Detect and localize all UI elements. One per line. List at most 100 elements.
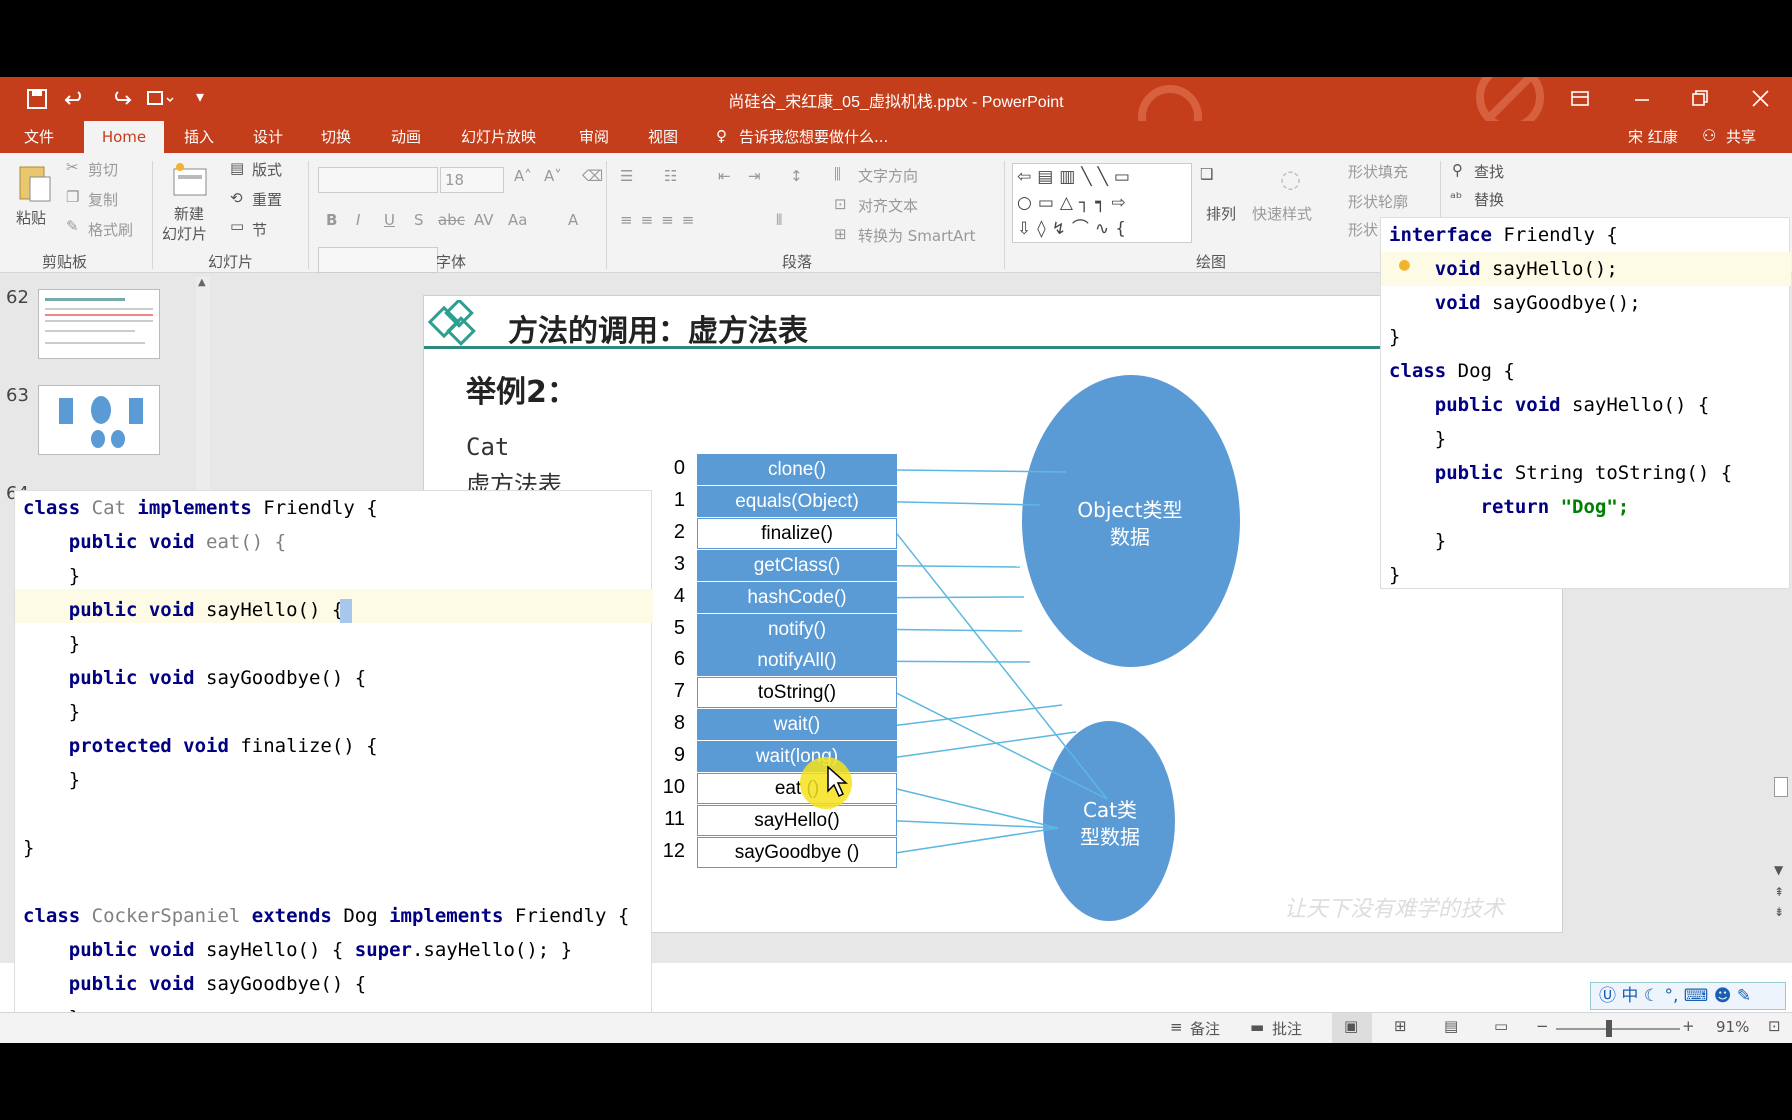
code-line[interactable]: public void sayGoodbye() {	[23, 661, 651, 695]
code-line[interactable]: protected void finalize() {	[23, 729, 651, 763]
code-line[interactable]: }	[1389, 320, 1789, 354]
code-token: protected void	[23, 735, 241, 757]
notes-button[interactable]: 备注	[1190, 1018, 1220, 1039]
code-token: }	[23, 769, 81, 791]
code-line[interactable]: }	[23, 627, 651, 661]
code-token: .sayHello(); }	[411, 939, 573, 961]
method-index: 1	[673, 489, 685, 511]
code-line[interactable]: return "Dog";	[1389, 490, 1789, 524]
code-token: finalize() {	[240, 735, 378, 757]
method-index: 8	[673, 712, 685, 734]
code-line[interactable]: interface Friendly {	[1389, 218, 1789, 252]
method-index: 7	[673, 680, 685, 702]
code-token: }	[1389, 326, 1401, 348]
method-entry: notifyAll()	[697, 645, 897, 676]
notes-icon[interactable]: ≡	[1170, 1018, 1183, 1036]
prev-slide-icon[interactable]: ⇞	[1774, 885, 1784, 899]
code-line[interactable]: class Cat implements Friendly {	[23, 491, 651, 525]
comments-button[interactable]: 批注	[1272, 1018, 1302, 1039]
method-index: 12	[662, 840, 685, 862]
code-line[interactable]: }	[1389, 422, 1789, 456]
scroll-down-icon[interactable]: ▼	[1774, 863, 1783, 877]
code-token: super	[354, 939, 412, 961]
code-line[interactable]: class Dog {	[1389, 354, 1789, 388]
code-token: implements	[389, 905, 515, 927]
code-token: CockerSpaniel	[91, 905, 252, 927]
method-index: 10	[662, 776, 685, 798]
code-token: public void	[1389, 394, 1573, 416]
method-entry: equals(Object)	[697, 486, 897, 517]
code-token: Dog {	[1457, 360, 1515, 382]
normal-view-icon[interactable]: ▣	[1344, 1017, 1358, 1035]
code-line[interactable]: }	[1389, 524, 1789, 558]
code-line[interactable]: void sayGoodbye();	[1389, 286, 1789, 320]
ime-punct-icon[interactable]: °,	[1664, 986, 1678, 1006]
comments-icon[interactable]: ▬	[1250, 1018, 1264, 1036]
zoom-in-icon[interactable]: +	[1682, 1017, 1695, 1035]
code-token: sayGoodbye() {	[206, 667, 367, 689]
zoom-out-icon[interactable]: −	[1536, 1017, 1549, 1035]
code-line[interactable]: }	[1389, 558, 1789, 592]
code-token: void	[1389, 292, 1492, 314]
method-entry: sayHello()	[697, 805, 897, 836]
status-bar: ≡ 备注 ▬ 批注 ▣ ⊞ ▤ ▭ − + 91% ⊡	[0, 1012, 1792, 1043]
method-index: 5	[673, 617, 685, 639]
vertical-scroll-thumb[interactable]	[1774, 777, 1788, 797]
pointer-arrow	[896, 827, 1059, 854]
code-editor-left[interactable]: class Cat implements Friendly { public v…	[14, 490, 653, 1043]
ime-toolbar[interactable]: Ⓤ 中 ☾ °, ⌨ ☻ ✎	[1590, 982, 1786, 1010]
ime-keyboard-icon[interactable]: ⌨	[1684, 986, 1709, 1006]
ime-moon-icon[interactable]: ☾	[1644, 986, 1659, 1006]
method-entry: wait()	[697, 709, 897, 740]
code-line[interactable]: void sayHello();	[1389, 252, 1789, 286]
ime-language[interactable]: 中	[1621, 986, 1638, 1006]
code-token: void	[1389, 258, 1492, 280]
code-token: extends	[251, 905, 344, 927]
powerpoint-window: ▾ 尚硅谷_宋红康_05_虚拟机栈.pptx - PowerPoint 文件 H…	[0, 77, 1792, 1043]
code-line[interactable]	[23, 797, 651, 831]
ime-logo-icon[interactable]: Ⓤ	[1599, 986, 1616, 1006]
next-slide-icon[interactable]: ⇟	[1774, 905, 1784, 919]
code-line[interactable]: }	[23, 559, 651, 593]
reading-view-icon[interactable]: ▤	[1444, 1017, 1458, 1035]
pointer-arrow	[896, 596, 1025, 599]
code-token: String toString() {	[1514, 462, 1733, 484]
code-line[interactable]	[23, 865, 651, 899]
zoom-slider[interactable]	[1556, 1028, 1680, 1030]
fit-slide-icon[interactable]: ⊡	[1768, 1017, 1781, 1035]
code-line[interactable]: public void sayHello() { super.sayHello(…	[23, 933, 651, 967]
pointer-arrow	[896, 501, 1041, 506]
method-index: 11	[664, 808, 685, 830]
code-token: }	[1389, 530, 1447, 552]
code-line[interactable]: public void sayHello() {	[23, 593, 651, 627]
method-entry: hashCode()	[697, 582, 897, 613]
code-line[interactable]: public void sayHello() {	[1389, 388, 1789, 422]
slide-sorter-icon[interactable]: ⊞	[1394, 1017, 1407, 1035]
code-line[interactable]: }	[23, 831, 651, 865]
code-editor-right[interactable]: ● interface Friendly { void sayHello(); …	[1380, 217, 1791, 592]
code-line[interactable]: public void sayGoodbye() {	[23, 967, 651, 1001]
pointer-arrow	[896, 628, 1023, 632]
code-line[interactable]: }	[23, 695, 651, 729]
ime-user-icon[interactable]: ☻	[1714, 986, 1732, 1006]
code-token: sayHello() {	[1572, 394, 1710, 416]
code-line[interactable]: public void eat() {	[23, 525, 651, 559]
method-index: 2	[673, 521, 685, 543]
code-token: public void	[23, 531, 207, 553]
code-line[interactable]: public String toString() {	[1389, 456, 1789, 490]
method-entry: clone()	[697, 454, 897, 485]
code-token: Friendly {	[514, 905, 630, 927]
slideshow-icon[interactable]: ▭	[1494, 1017, 1508, 1035]
method-index: 6	[673, 648, 685, 670]
code-token: }	[23, 633, 81, 655]
pointer-arrow	[896, 564, 1021, 568]
ime-tools-icon[interactable]: ✎	[1737, 986, 1751, 1006]
code-token: public	[1389, 462, 1515, 484]
mouse-pointer-icon	[827, 765, 848, 798]
code-token: }	[1389, 564, 1401, 586]
zoom-slider-thumb[interactable]	[1606, 1020, 1612, 1037]
zoom-level[interactable]: 91%	[1716, 1018, 1749, 1036]
code-line[interactable]: }	[23, 763, 651, 797]
code-token: }	[23, 565, 81, 587]
code-line[interactable]: class CockerSpaniel extends Dog implemen…	[23, 899, 651, 933]
